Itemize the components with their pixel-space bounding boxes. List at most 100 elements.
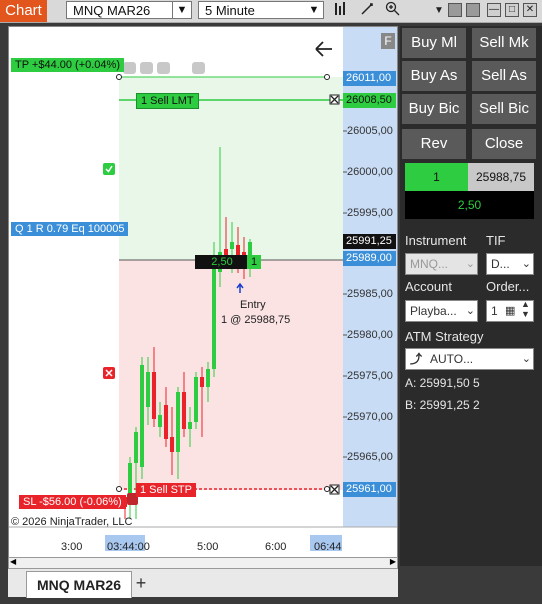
lightning-icon: ⤴ [410, 352, 423, 366]
interval-selector[interactable]: 5 Minute ▼ [198, 1, 324, 19]
reverse-button[interactable]: Rev [402, 129, 466, 159]
candle-body [158, 415, 162, 427]
check-icon [103, 163, 115, 175]
ask-quote: A: 25991,50 5 [405, 376, 480, 390]
horizontal-scrollbar[interactable]: ◀ ▶ [8, 557, 398, 569]
price-lmt: 26008,50 [343, 93, 396, 108]
zoom-icon[interactable] [382, 1, 404, 21]
candle-body [206, 369, 210, 387]
candle-body [170, 437, 174, 452]
tp-handle-right [324, 74, 330, 80]
tif-field-value: D... [491, 257, 510, 271]
scroll-left-icon[interactable]: ◀ [10, 557, 16, 566]
dropdown-arrow-icon[interactable]: ▼ [428, 1, 450, 21]
close-button[interactable]: Close [472, 129, 536, 159]
atm-strategy-field[interactable]: ⤴ AUTO... ⌄ [405, 348, 534, 370]
tif-label: TIF [486, 233, 506, 248]
candle-body [194, 377, 198, 422]
sell-stp-label[interactable]: 1 Sell STP [136, 483, 196, 497]
price-tick: 25975,00 [347, 370, 393, 382]
account-field-value: Playba... [410, 304, 457, 318]
calculator-icon[interactable]: ▦ [505, 301, 515, 321]
tool-icon-2 [140, 62, 153, 74]
candle-body [176, 392, 180, 452]
tool-icon-3 [157, 62, 170, 74]
chevron-down-icon: ⌄ [465, 305, 475, 317]
add-tab-button[interactable]: + [130, 571, 152, 595]
maximize-icon[interactable]: □ [505, 3, 519, 17]
copyright: © 2026 NinjaTrader, LLC [11, 516, 133, 528]
tif-field[interactable]: D... ⌄ [486, 253, 534, 275]
minimize-icon[interactable]: — [487, 3, 501, 17]
stepper-icon[interactable]: ▲ ▼ [521, 299, 530, 319]
order-qty-label: Order... [486, 279, 530, 294]
candle-body [212, 262, 216, 369]
sl-label[interactable]: SL -$56.00 (-0.06%) [19, 495, 126, 509]
scroll-right-icon[interactable]: ▶ [390, 557, 396, 566]
tool-icon-1 [123, 62, 136, 74]
price-stp: 25961,00 [343, 482, 396, 497]
chart-trader-panel: Buy Ml Sell Mk Buy As Sell As Buy Bic Se… [400, 26, 542, 566]
sell-ask-button[interactable]: Sell As [472, 61, 536, 91]
price-tick: 25980,00 [347, 329, 393, 341]
price-tp: 26011,00 [343, 71, 396, 86]
candle-body [146, 372, 150, 407]
sell-market-button[interactable]: Sell Mk [472, 28, 536, 58]
position-price: 25988,75 [468, 163, 534, 191]
tp-label[interactable]: TP +$44.00 (+0.04%) [11, 58, 124, 72]
close-icon[interactable]: ✕ [523, 3, 537, 17]
pnl-label: 2,50 [195, 255, 249, 269]
chevron-down-icon: ⌄ [521, 258, 531, 270]
instrument-selector[interactable]: MNQ MAR26 ▼ [66, 1, 192, 19]
time-tick: 5:00 [197, 541, 219, 553]
atm-strategy-value: AUTO... [430, 352, 474, 366]
price-tick: 26005,00 [347, 125, 393, 137]
position-pnl: 2,50 [405, 191, 534, 219]
buy-bid-button[interactable]: Buy Bic [402, 94, 466, 124]
order-qty-field[interactable]: 1 ▦ ▲ ▼ [486, 299, 534, 322]
instrument-field-value: MNQ... [410, 257, 448, 271]
qty-label: 1 [247, 255, 262, 269]
buy-market-button[interactable]: Buy Ml [402, 28, 466, 58]
account-label: Account [405, 279, 452, 294]
sl-handle-right [324, 486, 330, 492]
candle-body [134, 432, 138, 463]
price-tick: 25995,00 [347, 207, 393, 219]
price-tick: 25970,00 [347, 411, 393, 423]
price-tick: 26000,00 [347, 166, 393, 178]
instrument-field[interactable]: MNQ... ⌄ [405, 253, 478, 275]
price-tick: 25965,00 [347, 451, 393, 463]
sell-bid-button[interactable]: Sell Bic [472, 94, 536, 124]
chevron-down-icon: ⌄ [521, 353, 531, 365]
candle-body [188, 422, 192, 429]
sl-handle-left [116, 486, 122, 492]
tp-handle-left [116, 74, 122, 80]
interval-selector-value: 5 Minute [205, 3, 255, 18]
account-field[interactable]: Playba... ⌄ [405, 300, 478, 322]
tile-icon[interactable] [448, 3, 462, 17]
tab-mnq-mar26[interactable]: MNQ MAR26 [26, 571, 132, 598]
position-label[interactable]: Q 1 R 0.79 Eq 100005 [11, 222, 129, 236]
candle-body [230, 242, 234, 249]
chart-menu-button[interactable]: Chart [0, 0, 47, 22]
sell-lmt-label[interactable]: 1 Sell LMT [136, 93, 199, 109]
drawing-tool-icon[interactable] [356, 1, 378, 21]
atm-strategy-label: ATM Strategy [405, 329, 484, 344]
time-tick: 6:00 [265, 541, 287, 553]
tile-icon[interactable] [466, 3, 480, 17]
chevron-down-icon: ▼ [172, 2, 191, 18]
position-qty: 1 [405, 163, 468, 191]
time-tick: 06:44 [314, 541, 342, 553]
buy-ask-button[interactable]: Buy As [402, 61, 466, 91]
instrument-selector-value: MNQ MAR26 [73, 3, 151, 18]
chart-area[interactable]: TP +$44.00 (+0.04%) 1 Sell LMT Q 1 R 0.7… [8, 26, 398, 566]
candle-body [200, 377, 204, 387]
bid-quote: B: 25991,25 2 [405, 398, 480, 412]
entry-label: Entry [240, 299, 266, 311]
entry-detail: 1 @ 25988,75 [221, 314, 291, 326]
f-button[interactable]: F [381, 33, 395, 49]
price-current: 25991,25 [343, 234, 396, 249]
candle-body [164, 405, 168, 439]
bar-type-icon[interactable] [330, 1, 352, 21]
order-qty-value: 1 [491, 304, 498, 318]
